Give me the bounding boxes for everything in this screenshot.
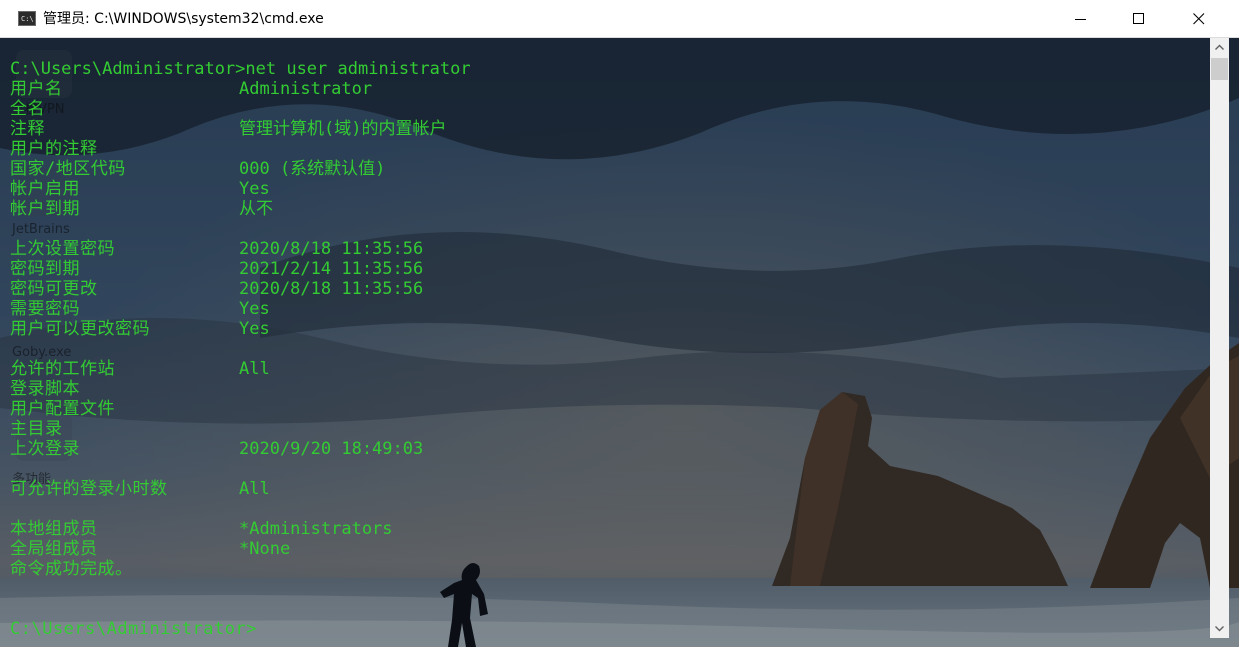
console-line: 帐户到期 从不 <box>10 199 1205 219</box>
console-line: 允许的工作站 All <box>10 359 1205 379</box>
console-area[interactable]: 全橙VPN JetBrains Goby.exe 多功能 C:\Users\Ad… <box>0 38 1239 647</box>
console-line: 登录脚本 <box>10 379 1205 399</box>
console-line: 用户的注释 <box>10 139 1205 159</box>
field-label: 用户可以更改密码 <box>10 319 150 339</box>
field-label: 本地组成员 <box>10 519 98 539</box>
close-button[interactable] <box>1170 0 1228 37</box>
vertical-scrollbar[interactable] <box>1210 38 1229 638</box>
field-label: 用户名 <box>10 79 63 99</box>
field-label: 上次登录 <box>10 439 80 459</box>
field-label: 上次设置密码 <box>10 239 115 259</box>
field-label: 密码可更改 <box>10 279 98 299</box>
field-label: 密码到期 <box>10 259 80 279</box>
scroll-thumb[interactable] <box>1211 58 1228 80</box>
field-value: All <box>239 359 270 379</box>
cmd-window: C:\ 管理员: C:\WINDOWS\system32\cmd.exe 全橙V… <box>0 0 1239 647</box>
console-output[interactable]: C:\Users\Administrator>net user administ… <box>10 59 1205 639</box>
maximize-icon <box>1133 13 1144 24</box>
field-label: 需要密码 <box>10 299 80 319</box>
console-line: 密码可更改 2020/8/18 11:35:56 <box>10 279 1205 299</box>
field-value: 管理计算机(域)的内置帐户 <box>239 119 447 139</box>
field-value: Yes <box>239 319 270 339</box>
close-icon <box>1193 13 1205 25</box>
cmd-icon[interactable]: C:\ <box>18 11 36 26</box>
console-line: 用户可以更改密码 Yes <box>10 319 1205 339</box>
field-value: All <box>239 479 270 499</box>
field-label: 命令成功完成。 <box>10 559 133 579</box>
scroll-up-button[interactable] <box>1210 38 1229 57</box>
field-label: 帐户到期 <box>10 199 80 219</box>
console-line: 上次设置密码 2020/8/18 11:35:56 <box>10 239 1205 259</box>
field-value: *None <box>239 539 291 559</box>
field-label: 登录脚本 <box>10 379 80 399</box>
scroll-down-arrow-icon <box>1215 626 1224 632</box>
field-label: 用户的注释 <box>10 139 98 159</box>
scroll-down-button[interactable] <box>1210 619 1229 638</box>
maximize-button[interactable] <box>1110 0 1168 37</box>
console-line: 全名 <box>10 99 1205 119</box>
field-value: 2020/9/20 18:49:03 <box>239 439 424 459</box>
minimize-button[interactable] <box>1052 0 1110 37</box>
console-line: 需要密码 Yes <box>10 299 1205 319</box>
window-title: 管理员: C:\WINDOWS\system32\cmd.exe <box>43 11 324 27</box>
field-label: 可允许的登录小时数 <box>10 479 168 499</box>
cmd-icon-glyph: C:\ <box>21 15 34 23</box>
console-line: 用户配置文件 <box>10 399 1205 419</box>
console-line: 帐户启用 Yes <box>10 179 1205 199</box>
command-line: C:\Users\Administrator>net user administ… <box>10 59 471 79</box>
console-line: 全局组成员 *None <box>10 539 1205 559</box>
field-value: 000 (系统默认值) <box>239 159 386 179</box>
field-value: 2021/2/14 11:35:56 <box>239 259 424 279</box>
field-value: Yes <box>239 299 270 319</box>
console-line: 本地组成员 *Administrators <box>10 519 1205 539</box>
field-label: 注释 <box>10 119 45 139</box>
field-label: 用户配置文件 <box>10 399 115 419</box>
console-line: C:\Users\Administrator> <box>10 619 1205 639</box>
console-line: 上次登录 2020/9/20 18:49:03 <box>10 439 1205 459</box>
field-label: 主目录 <box>10 419 63 439</box>
field-label: 全名 <box>10 99 45 119</box>
console-line: 用户名 Administrator <box>10 79 1205 99</box>
field-label: 全局组成员 <box>10 539 98 559</box>
console-line: 主目录 <box>10 419 1205 439</box>
console-line: 密码到期 2021/2/14 11:35:56 <box>10 259 1205 279</box>
field-value: 2020/8/18 11:35:56 <box>239 239 424 259</box>
field-value: 2020/8/18 11:35:56 <box>239 279 424 299</box>
user-info-rows: 用户名 Administrator 全名 注释 管理计算机(域)的内置帐户用户的注释 国家… <box>10 79 1205 639</box>
field-label: C:\Users\Administrator> <box>10 619 257 639</box>
field-label: 国家/地区代码 <box>10 159 126 179</box>
field-label: 允许的工作站 <box>10 359 115 379</box>
field-value: *Administrators <box>239 519 393 539</box>
console-line: 国家/地区代码 000 (系统默认值) <box>10 159 1205 179</box>
console-line: 注释 管理计算机(域)的内置帐户 <box>10 119 1205 139</box>
field-value: Administrator <box>239 79 373 99</box>
console-line: 命令成功完成。 <box>10 559 1205 579</box>
scroll-up-arrow-icon <box>1215 44 1224 50</box>
field-value: Yes <box>239 179 270 199</box>
field-label: 帐户启用 <box>10 179 80 199</box>
title-bar[interactable]: C:\ 管理员: C:\WINDOWS\system32\cmd.exe <box>0 0 1239 38</box>
console-line: 可允许的登录小时数 All <box>10 479 1205 499</box>
field-value: 从不 <box>239 199 273 219</box>
minimize-icon <box>1075 19 1086 20</box>
